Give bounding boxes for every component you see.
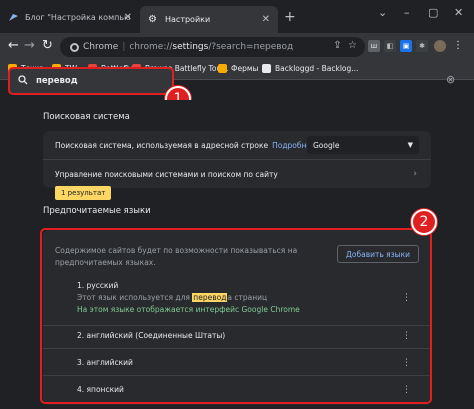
address-bar[interactable]: Chrome | chrome:// settings /?search=пер…: [60, 37, 365, 57]
browser-toolbar: ← → ↻ Chrome | chrome:// settings /?sear…: [0, 33, 474, 61]
close-window-button[interactable]: ✕: [454, 6, 463, 19]
bookmark-label: Фермы: [231, 64, 259, 73]
minimize-button[interactable]: –: [404, 6, 410, 19]
search-engine-row: Поисковая система, используемая в адресн…: [43, 131, 431, 159]
extensions-icon[interactable]: ✱: [416, 40, 428, 52]
search-results-tooltip: 1 результат: [55, 186, 112, 200]
tab-blog[interactable]: Блог "Настройка компьютера" ✕: [0, 6, 140, 28]
omnibox-actions: ⇪ ☆: [333, 40, 357, 51]
tab-blog-close-icon[interactable]: ✕: [124, 12, 132, 23]
url-main: settings: [172, 42, 209, 52]
gear-icon: ⚙: [148, 14, 157, 25]
bookmark-backloggd[interactable]: Backloggd - Backlog...: [262, 64, 358, 73]
forward-arrow-icon[interactable]: →: [24, 38, 35, 53]
extension-blue-icon[interactable]: ▣: [400, 40, 412, 52]
caret-down-icon: ▼: [407, 141, 413, 149]
search-engine-select-value: Google: [313, 140, 340, 150]
chevron-right-icon: ›: [413, 169, 417, 179]
new-tab-button[interactable]: +: [284, 9, 296, 25]
clear-search-icon[interactable]: ⊗: [446, 73, 455, 86]
search-query: перевод: [36, 76, 78, 86]
manage-search-engines-label: Управление поисковыми системами и поиско…: [55, 169, 278, 179]
reload-icon[interactable]: ↻: [42, 38, 53, 53]
search-engine-label: Поисковая система, используемая в адресн…: [55, 140, 269, 150]
folder-icon: [218, 64, 227, 73]
tab-settings-title: Настройки: [165, 15, 211, 24]
profile-avatar[interactable]: [434, 40, 446, 52]
annotation-frame: [40, 228, 432, 404]
manage-search-engines-row[interactable]: Управление поисковыми системами и поиско…: [43, 160, 431, 188]
backloggd-favicon-icon: [262, 64, 271, 73]
extension-puzzle-icon[interactable]: ◧: [384, 40, 396, 52]
tab-settings-close-icon[interactable]: ✕: [262, 14, 270, 25]
omnibox-separator: |: [122, 42, 126, 52]
search-engine-select[interactable]: Google ▼: [307, 136, 419, 154]
extension-badge-icon[interactable]: ш: [368, 40, 380, 52]
omnibox-prefix: Chrome: [83, 42, 119, 52]
bookmark-label: Backloggd - Backlog...: [275, 64, 359, 73]
search-icon: [18, 74, 28, 88]
chrome-logo-icon: [70, 42, 79, 52]
tab-strip: Блог "Настройка компьютера" ✕ ⚙ Настройк…: [0, 0, 474, 33]
search-engine-section-title: Поисковая система: [43, 112, 130, 122]
tab-blog-title: Блог "Настройка компьютера": [25, 12, 130, 22]
blog-favicon-icon: [8, 12, 19, 23]
bookmark-star-icon[interactable]: ☆: [348, 40, 357, 51]
tab-settings[interactable]: ⚙ Настройки ✕: [140, 6, 278, 33]
tab-search-icon[interactable]: ⌄: [378, 6, 387, 19]
share-icon[interactable]: ⇪: [333, 40, 341, 51]
menu-kebab-icon[interactable]: ⋮: [452, 40, 464, 52]
languages-section-title: Предпочитаемые языки: [43, 206, 151, 216]
bookmark-fermy[interactable]: Фермы: [218, 64, 258, 73]
maximize-button[interactable]: ▢: [428, 6, 438, 19]
annotation-badge-2: 2: [411, 209, 437, 235]
url-rest: /?search=перевод: [208, 42, 294, 52]
url-base: chrome://: [129, 42, 173, 52]
back-arrow-icon[interactable]: ←: [8, 38, 19, 53]
settings-search-input[interactable]: перевод: [8, 67, 174, 95]
search-engine-card: Поисковая система, используемая в адресн…: [43, 131, 431, 188]
